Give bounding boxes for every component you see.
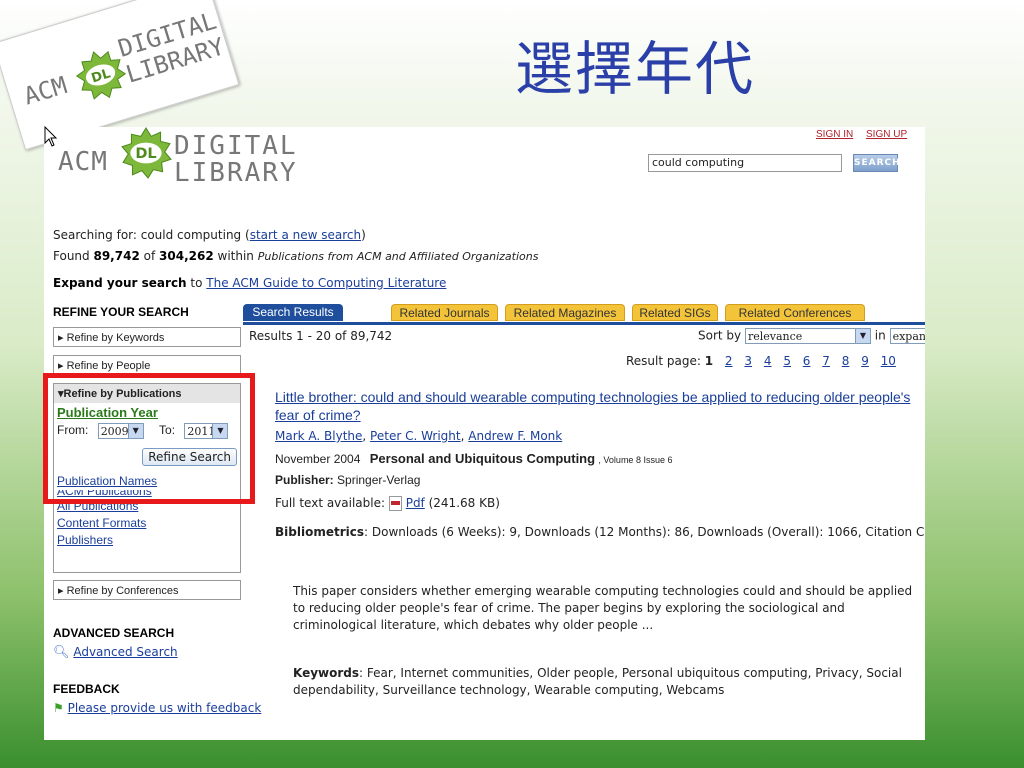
page-link[interactable]: 8 [842, 354, 850, 368]
result-fulltext-line: Full text available: Pdf (241.68 KB) [275, 496, 500, 511]
logo-acm-text: ACM [58, 147, 108, 177]
refine-your-search-heading: REFINE YOUR SEARCH [53, 305, 189, 319]
result-date: November 2004 [275, 452, 361, 466]
caret-right-icon: ▸ [58, 332, 67, 344]
tab-search-results[interactable]: Search Results [243, 304, 343, 321]
advanced-search-heading: ADVANCED SEARCH [53, 626, 175, 640]
pdf-icon [388, 496, 402, 511]
sort-by-label: Sort by [698, 328, 742, 343]
expand-label: Expand your search [53, 276, 187, 290]
logo-dl-text: DL [135, 145, 156, 162]
result-pagination: Result page: 1 2 3 4 5 6 7 8 9 10 [626, 354, 896, 368]
result-authors: Mark A. Blythe, Peter C. Wright, Andrew … [275, 429, 563, 443]
total-count: 304,262 [159, 249, 214, 263]
result-volume: , Volume 8 Issue 6 [598, 455, 673, 465]
page-link[interactable]: 9 [861, 354, 869, 368]
page-link[interactable]: 2 [725, 354, 733, 368]
feedback-row: ⚑ Please provide us with feedback [53, 701, 261, 715]
sort-controls: Sort by relevance ▼ in expanded [698, 328, 925, 344]
page-link[interactable]: 4 [764, 354, 772, 368]
caret-right-icon: ▸ [58, 360, 67, 372]
page-link[interactable]: 7 [822, 354, 830, 368]
page-link[interactable]: 6 [803, 354, 811, 368]
acm-guide-link[interactable]: The ACM Guide to Computing Literature [206, 276, 446, 290]
tab-related-magazines[interactable]: Related Magazines [505, 304, 625, 321]
found-count: 89,742 [93, 249, 140, 263]
refine-people-label: Refine by People [66, 360, 151, 372]
pdf-size: (241.68 KB) [428, 496, 500, 510]
author-link[interactable]: Peter C. Wright [370, 429, 461, 443]
logo-library-text: LIBRARY [174, 158, 298, 188]
sort-value: relevance [747, 330, 803, 343]
mouse-pointer-icon [44, 126, 58, 147]
tab-related-journals[interactable]: Related Journals [391, 304, 498, 321]
account-links: SIGN IN SIGN UP [816, 129, 917, 140]
magnifier-icon: 🔍︎ [53, 645, 70, 660]
tab-related-conferences[interactable]: Related Conferences [725, 304, 865, 321]
result-venue-line: November 2004 Personal and Ubiquitous Co… [275, 451, 672, 466]
search-input[interactable]: could computing [648, 154, 842, 172]
bibliometrics-label: Bibliometrics [275, 525, 364, 539]
page-link[interactable]: 5 [783, 354, 791, 368]
refine-keywords-label: Refine by Keywords [66, 332, 165, 344]
feedback-flag-icon: ⚑ [53, 701, 64, 715]
expand-line: Expand your search to The ACM Guide to C… [53, 276, 446, 290]
content-formats-link[interactable]: Content Formats [57, 515, 237, 532]
searching-for-line: Searching for: could computing (start a … [53, 228, 366, 242]
in-select[interactable]: expanded [889, 328, 925, 344]
in-value: expanded [892, 330, 925, 343]
corner-logo-acm: ACM [20, 71, 71, 111]
publisher-label: Publisher: [275, 473, 334, 487]
in-label: in [874, 328, 886, 343]
result-venue: Personal and Ubiquitous Computing [369, 451, 596, 466]
logo-digital-text: DIGITAL [174, 131, 298, 161]
sort-select[interactable]: relevance ▼ [744, 328, 871, 344]
search-scope: Publications from ACM and Affiliated Org… [257, 250, 539, 263]
publishers-link[interactable]: Publishers [57, 532, 237, 549]
within-label: within [217, 249, 254, 263]
results-tabs: Search Results Related Journals Related … [243, 304, 925, 325]
of-label: of [143, 249, 156, 263]
page-1-current: 1 [704, 354, 714, 368]
keywords-label: Keywords [293, 666, 360, 680]
sign-up-link[interactable]: SIGN UP [866, 129, 907, 140]
results-range: Results 1 - 20 of 89,742 [249, 329, 393, 343]
start-new-search-link[interactable]: start a new search [250, 228, 361, 242]
author-link[interactable]: Andrew F. Monk [468, 429, 562, 443]
refine-by-conferences[interactable]: ▸ Refine by Conferences [53, 580, 241, 600]
result-title-link[interactable]: Little brother: could and should wearabl… [275, 388, 925, 424]
highlight-frame [43, 373, 255, 504]
result-page-label: Result page: [626, 354, 701, 368]
advanced-search-row: 🔍︎ Advanced Search [53, 645, 178, 660]
refine-conferences-label: Refine by Conferences [66, 585, 179, 597]
expand-to-label: to [190, 276, 203, 290]
found-line: Found 89,742 of 304,262 within Publicati… [53, 249, 538, 263]
result-keywords: Keywords: Fear, Internet communities, Ol… [293, 665, 925, 699]
search-button[interactable]: SEARCH [853, 154, 900, 172]
searching-for-text: Searching for: could computing [53, 228, 242, 242]
sign-in-link[interactable]: SIGN IN [816, 129, 853, 140]
pdf-link[interactable]: Pdf [406, 496, 425, 510]
bibliometrics-values: : Downloads (6 Weeks): 9, Downloads (12 … [364, 525, 925, 539]
feedback-heading: FEEDBACK [53, 682, 120, 696]
caret-right-icon: ▸ [58, 585, 67, 597]
result-abstract: This paper considers whether emerging we… [293, 584, 913, 632]
page-link[interactable]: 3 [744, 354, 752, 368]
keywords-values: : Fear, Internet communities, Older peop… [293, 666, 902, 697]
refine-by-people[interactable]: ▸ Refine by People [53, 355, 241, 375]
page-link[interactable]: 10 [881, 354, 896, 368]
found-label: Found [53, 249, 90, 263]
fulltext-label: Full text available: [275, 496, 386, 510]
advanced-search-link[interactable]: Advanced Search [73, 645, 177, 659]
publisher-name: Springer-Verlag [337, 473, 421, 487]
tab-related-sigs[interactable]: Related SIGs [632, 304, 718, 321]
refine-by-keywords[interactable]: ▸ Refine by Keywords [53, 327, 241, 347]
slide-title: 選擇年代 [515, 35, 756, 103]
chevron-down-icon: ▼ [854, 329, 870, 343]
feedback-link[interactable]: Please provide us with feedback [68, 701, 262, 715]
dl-logo-badge-icon: DL [121, 127, 172, 179]
result-publisher-line: Publisher: Springer-Verlag [275, 473, 420, 487]
author-link[interactable]: Mark A. Blythe [275, 429, 362, 443]
result-bibliometrics: Bibliometrics: Downloads (6 Weeks): 9, D… [275, 525, 925, 539]
